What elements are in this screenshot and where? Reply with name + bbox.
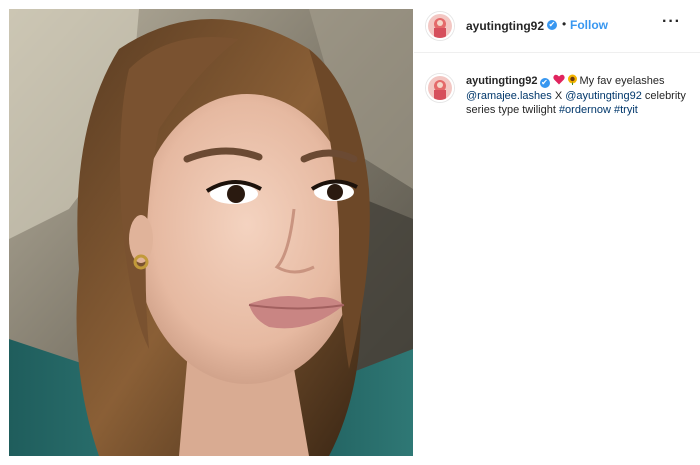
verified-badge-icon: ✔: [547, 20, 557, 30]
avatar[interactable]: [426, 12, 454, 40]
separator-dot: •: [562, 17, 567, 31]
heart-icon: [552, 74, 565, 85]
more-options-icon[interactable]: ···: [662, 13, 681, 31]
caption-body-part1: My fav eyelashes: [579, 75, 665, 87]
caption-avatar[interactable]: [426, 74, 454, 102]
hashtag-tryit[interactable]: #tryit: [614, 104, 638, 116]
hashtag-ordernow[interactable]: #ordernow: [559, 104, 611, 116]
post-sidebar: ayutingting92 ✔ • Follow ··· ayutingting…: [414, 0, 700, 465]
caption-username[interactable]: ayutingting92: [466, 75, 538, 87]
selfie-photo-illustration: [9, 9, 413, 456]
caption-text: ayutingting92 ✔ My fav eyelashes @ramajee.…: [466, 74, 692, 118]
caption-body-part2: X: [551, 89, 566, 102]
sunflower-icon: [567, 74, 577, 85]
avatar-image: [428, 14, 452, 38]
header-username[interactable]: ayutingting92: [466, 19, 544, 33]
follow-button[interactable]: Follow: [570, 18, 608, 32]
caption-verified-badge-icon: ✔: [539, 78, 550, 88]
instagram-post: ayutingting92 ✔ • Follow ··· ayutingting…: [0, 0, 700, 465]
post-header: ayutingting92 ✔ • Follow ···: [414, 0, 700, 53]
mention-ramajee-lashes[interactable]: @ramajee.lashes: [466, 90, 552, 102]
post-photo[interactable]: [9, 9, 413, 456]
mention-ayutingting92[interactable]: @ayutingting92: [565, 90, 642, 102]
caption-avatar-image: [428, 76, 452, 100]
